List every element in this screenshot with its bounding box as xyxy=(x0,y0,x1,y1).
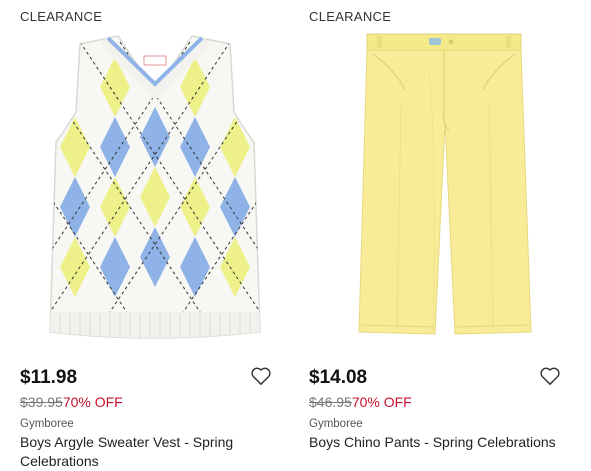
discount-label: 70% OFF xyxy=(62,394,123,410)
argyle-vest-illustration xyxy=(49,35,261,339)
price-details: $39.9570% OFF xyxy=(20,394,123,410)
discount-label: 70% OFF xyxy=(351,394,412,410)
sale-price: $14.08 xyxy=(309,367,368,388)
price-details: $46.9570% OFF xyxy=(309,394,412,410)
clearance-badge: CLEARANCE xyxy=(309,9,392,24)
product-name-link[interactable]: Boys Chino Pants - Spring Celebrations xyxy=(309,433,571,452)
product-card[interactable]: CLEARANCE $14.08 $46.9570% OFF Gymboree … xyxy=(309,0,579,467)
brand-name: Gymboree xyxy=(20,418,74,430)
original-price: $46.95 xyxy=(309,394,352,410)
heart-icon[interactable] xyxy=(250,366,272,386)
clearance-badge: CLEARANCE xyxy=(20,9,103,24)
product-image-chino-pants[interactable] xyxy=(309,32,579,350)
heart-icon[interactable] xyxy=(539,366,561,386)
product-name-link[interactable]: Boys Argyle Sweater Vest - Spring Celebr… xyxy=(20,433,282,471)
product-card[interactable]: CLEARANCE $11.98 $39.9570% OFF Gymboree … xyxy=(20,0,290,469)
sale-price: $11.98 xyxy=(20,367,78,388)
brand-name: Gymboree xyxy=(309,418,363,430)
product-image-sweater-vest[interactable] xyxy=(20,32,290,350)
original-price: $39.95 xyxy=(20,394,63,410)
chino-pants-illustration xyxy=(358,33,532,335)
